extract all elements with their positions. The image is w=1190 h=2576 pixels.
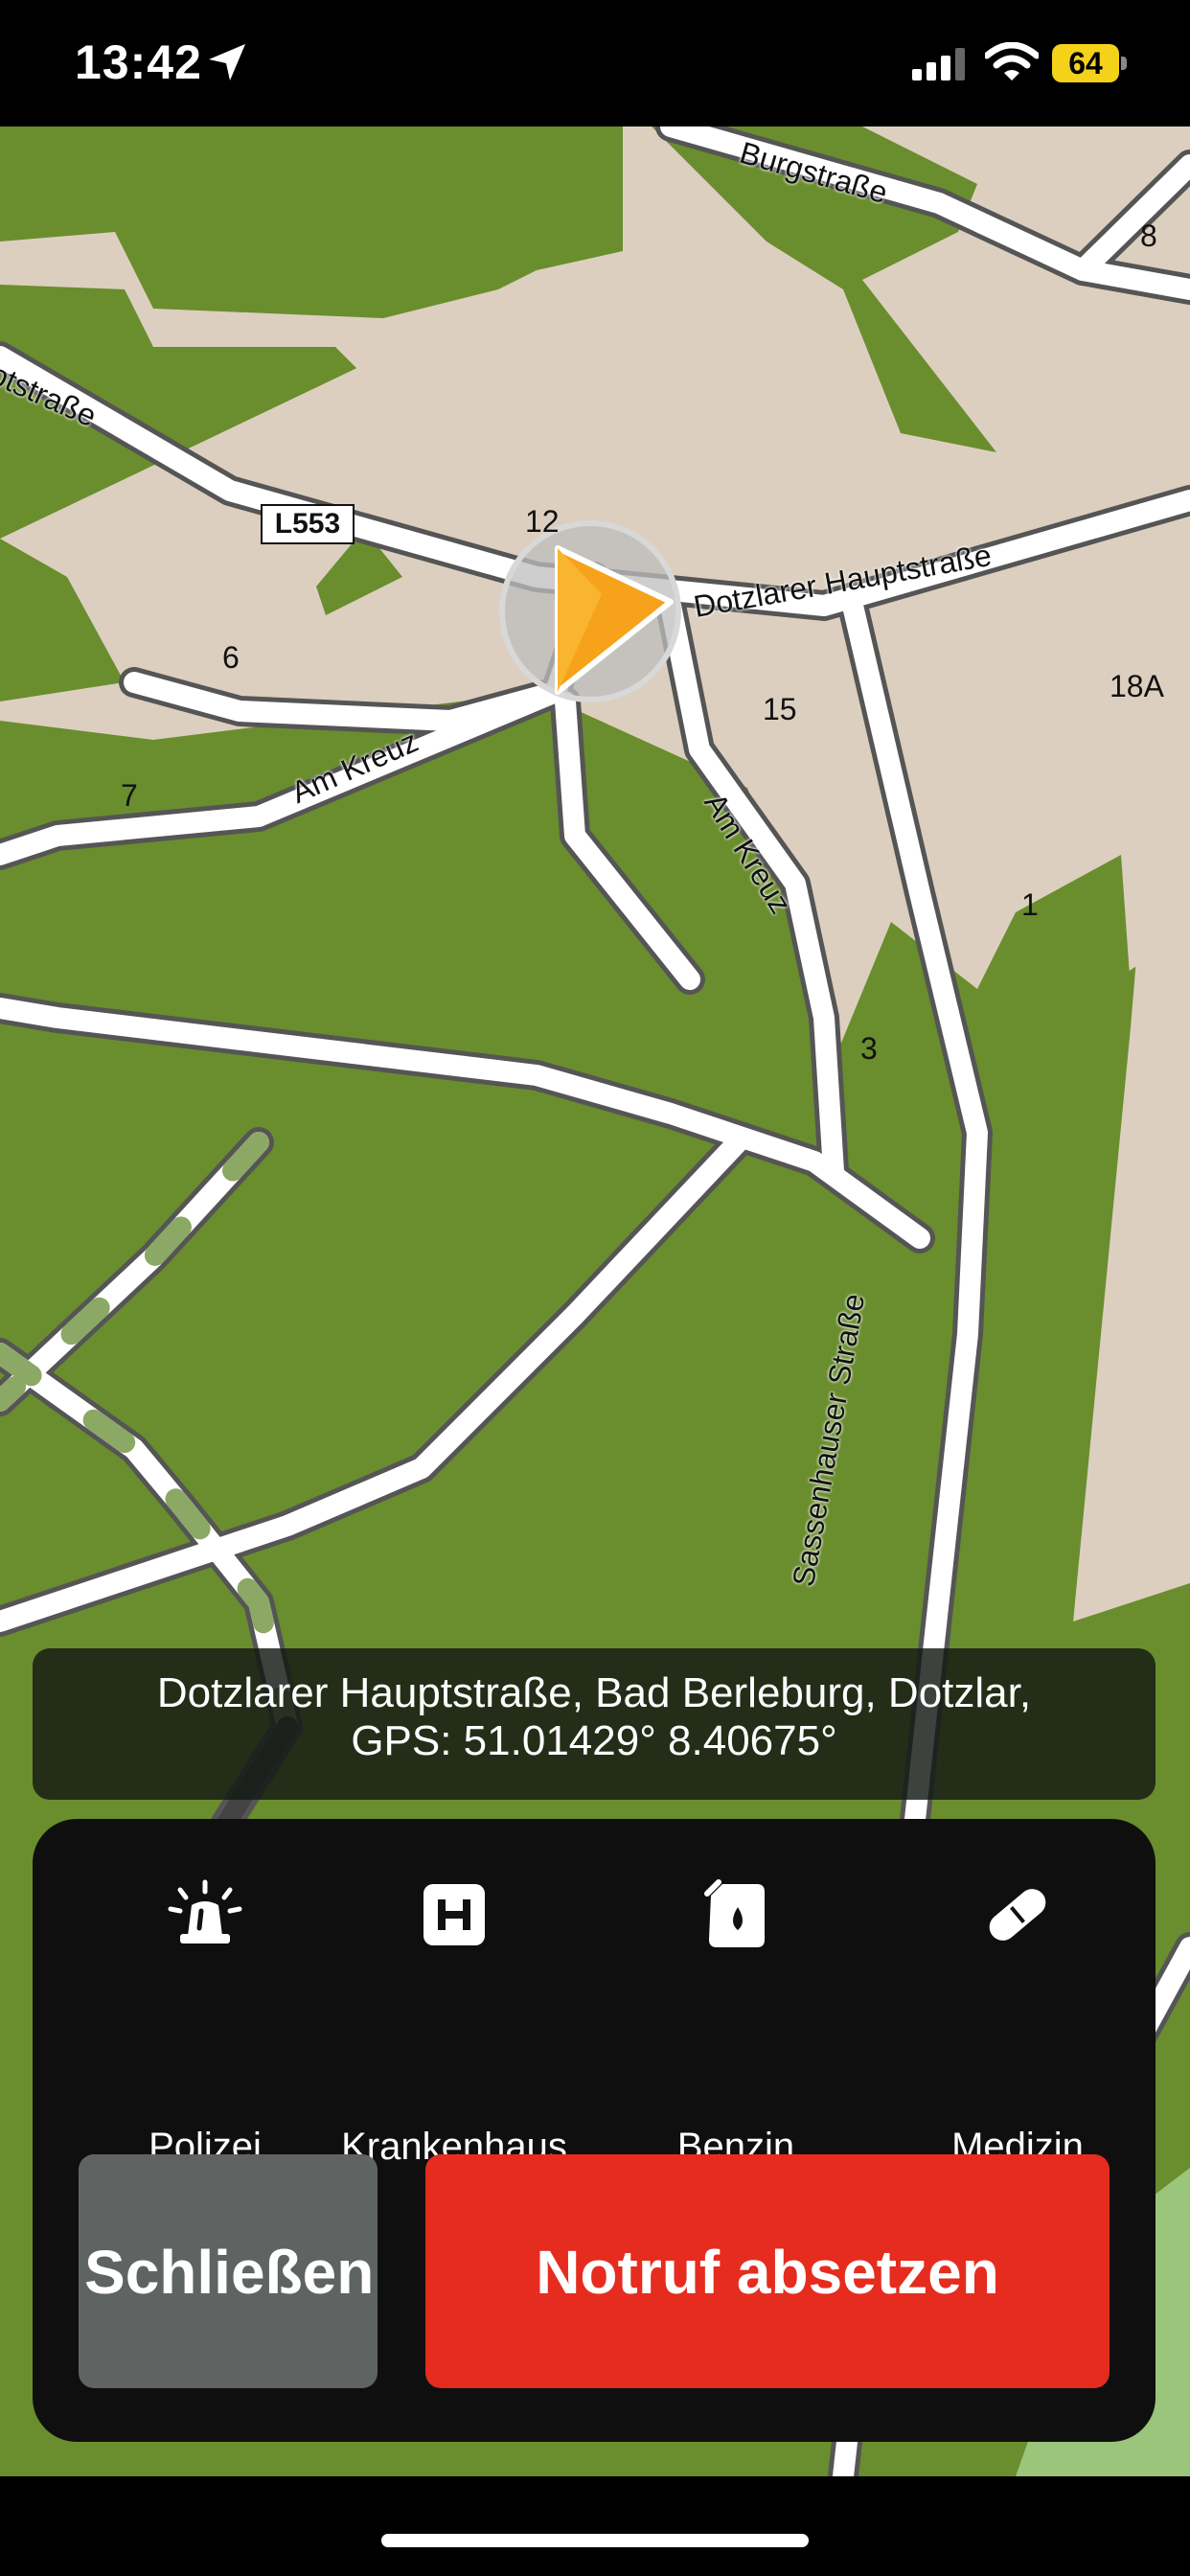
service-hospital[interactable]: Krankenhaus — [330, 1876, 579, 2168]
cellular-signal-icon — [912, 48, 965, 80]
address-info: Dotzlarer Hauptstraße, Bad Berleburg, Do… — [33, 1648, 1156, 1800]
house-number: 1 — [1021, 887, 1039, 922]
bottom-bar — [0, 2476, 1190, 2576]
house-number: 12 — [525, 504, 560, 539]
house-number: 8 — [1140, 218, 1157, 253]
house-number: 7 — [121, 778, 138, 813]
battery-indicator: 64 — [1052, 44, 1127, 82]
house-number: 15 — [763, 692, 797, 726]
service-fuel[interactable]: Benzin — [611, 1876, 860, 2168]
wifi-icon — [985, 42, 1039, 80]
battery-level: 64 — [1052, 44, 1119, 82]
location-arrow-icon — [209, 44, 245, 80]
emergency-panel: Polizei Krankenhaus Benzin Medizin Schli… — [33, 1819, 1156, 2442]
current-position-marker — [499, 520, 681, 702]
battery-tip — [1121, 57, 1127, 70]
pill-icon — [989, 1889, 1046, 1941]
service-police[interactable]: Polizei — [80, 1876, 330, 2168]
close-button[interactable]: Schließen — [79, 2154, 378, 2388]
emergency-call-button[interactable]: Notruf absetzen — [425, 2154, 1110, 2388]
house-number: 6 — [222, 640, 240, 675]
road-number-badge: L553 — [261, 504, 355, 544]
status-bar: 13:42 64 — [0, 0, 1190, 126]
home-indicator[interactable] — [381, 2534, 809, 2547]
fuel-can-icon — [704, 1879, 765, 1947]
service-medicine[interactable]: Medizin — [893, 1876, 1142, 2168]
gps-coordinates: GPS: 51.01429° 8.40675° — [351, 1717, 837, 1764]
house-number: 3 — [860, 1031, 878, 1066]
hospital-icon — [423, 1884, 485, 1945]
address-line: Dotzlarer Hauptstraße, Bad Berleburg, Do… — [156, 1669, 1032, 1716]
house-number: 18A — [1110, 669, 1164, 703]
siren-icon — [168, 1879, 242, 1944]
status-time: 13:42 — [75, 35, 202, 89]
